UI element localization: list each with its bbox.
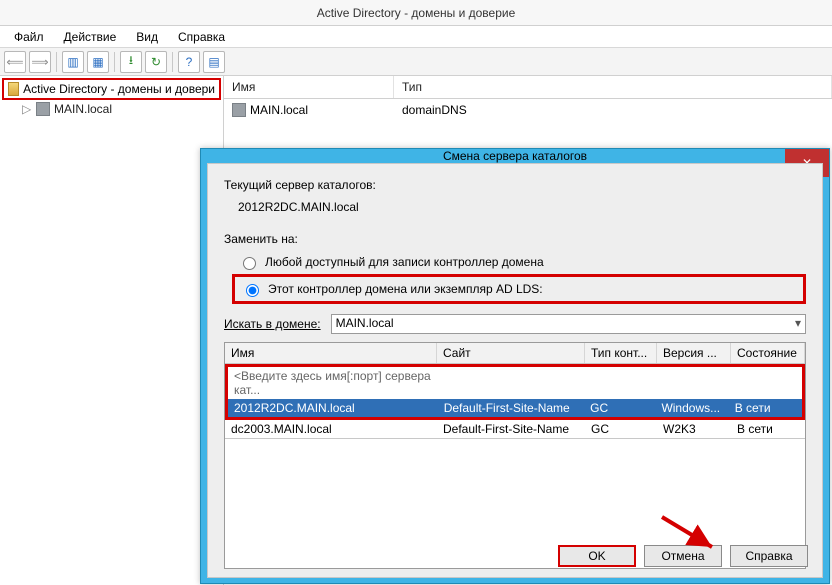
dialog-buttons: OK Отмена Справка (558, 545, 808, 567)
list-col-type[interactable]: Тип (394, 76, 832, 98)
toolbar: ⟸ ⟹ ▥ ▦ ⭳ ↻ ? ▤ (0, 48, 832, 76)
menu-file[interactable]: Файл (6, 28, 52, 46)
change-server-dialog: Смена сервера каталогов ✕ Текущий сервер… (200, 148, 830, 584)
dialog-title: Смена сервера каталогов (443, 149, 587, 163)
tree-child-label: MAIN.local (54, 102, 112, 116)
dialog-title-bar[interactable]: Смена сервера каталогов ✕ (201, 149, 829, 163)
replace-label: Заменить на: (224, 232, 806, 246)
radio-any-input[interactable] (243, 257, 256, 270)
menu-action[interactable]: Действие (56, 28, 125, 46)
radio-any-writable[interactable]: Любой доступный для записи контроллер до… (238, 254, 806, 270)
dc-grid-header: Имя Сайт Тип конт... Версия ... Состояни… (225, 343, 805, 364)
current-server-value: 2012R2DC.MAIN.local (224, 200, 806, 214)
cell-name: dc2003.MAIN.local (225, 420, 437, 438)
cell-ver: W2K3 (657, 420, 731, 438)
cancel-label: Отмена (661, 549, 704, 563)
cell-site: Default-First-Site-Name (438, 399, 584, 417)
list-col-name[interactable]: Имя (224, 76, 394, 98)
search-domain-label: Искать в домене: (224, 317, 321, 331)
help-label: Справка (745, 549, 792, 563)
col-name[interactable]: Имя (225, 343, 437, 363)
show-hide-tree-icon[interactable]: ▥ (62, 51, 84, 73)
cell-type: GC (584, 399, 655, 417)
tree-root-node[interactable]: Active Directory - домены и довери (2, 78, 221, 100)
radio-this-input[interactable] (246, 284, 259, 297)
expand-icon[interactable]: ▷ (22, 102, 32, 116)
radio-this-dc[interactable]: Этот контроллер домена или экземпляр AD … (241, 281, 543, 297)
col-type[interactable]: Тип конт... (585, 343, 657, 363)
forward-icon: ⟹ (29, 51, 51, 73)
dialog-body: Текущий сервер каталогов: 2012R2DC.MAIN.… (207, 163, 823, 578)
back-icon[interactable]: ⟸ (4, 51, 26, 73)
dc-grid: Имя Сайт Тип конт... Версия ... Состояни… (224, 342, 806, 569)
cell-name: 2012R2DC.MAIN.local (228, 399, 438, 417)
cell-type: GC (585, 420, 657, 438)
search-domain-row: Искать в домене: MAIN.local (224, 314, 806, 334)
cell-state: В сети (731, 420, 805, 438)
dc-grid-row-selected[interactable]: 2012R2DC.MAIN.local Default-First-Site-N… (228, 399, 802, 417)
domain-icon (232, 103, 246, 117)
dc-grid-highlight: <Введите здесь имя[:порт] сервера кат...… (225, 364, 805, 420)
tree-pane: Active Directory - домены и довери ▷ MAI… (0, 76, 224, 585)
list-row-type: domainDNS (394, 101, 832, 119)
refresh-icon[interactable]: ↻ (145, 51, 167, 73)
list-row-name: MAIN.local (250, 103, 308, 117)
toolbar-separator (56, 52, 57, 72)
menubar: Файл Действие Вид Справка (0, 26, 832, 48)
properties-icon[interactable]: ▦ (87, 51, 109, 73)
cell-ver: Windows... (655, 399, 728, 417)
toolbar-separator (114, 52, 115, 72)
dc-hint: <Введите здесь имя[:порт] сервера кат... (228, 367, 440, 399)
cancel-button[interactable]: Отмена (644, 545, 722, 567)
menu-view[interactable]: Вид (128, 28, 166, 46)
col-site[interactable]: Сайт (437, 343, 585, 363)
menu-help[interactable]: Справка (170, 28, 233, 46)
col-ver[interactable]: Версия ... (657, 343, 731, 363)
cell-site: Default-First-Site-Name (437, 420, 585, 438)
current-server-label: Текущий сервер каталогов: (224, 178, 806, 192)
ok-button[interactable]: OK (558, 545, 636, 567)
radio-this-label: Этот контроллер домена или экземпляр AD … (268, 282, 543, 296)
options-icon[interactable]: ▤ (203, 51, 225, 73)
toolbar-separator (172, 52, 173, 72)
search-domain-value: MAIN.local (336, 316, 394, 330)
ok-label: OK (588, 549, 605, 563)
window-title-bar: Active Directory - домены и доверие (0, 0, 832, 26)
dc-grid-row[interactable]: dc2003.MAIN.local Default-First-Site-Nam… (225, 420, 805, 438)
dc-grid-hint-row[interactable]: <Введите здесь имя[:порт] сервера кат... (228, 367, 802, 399)
radio-any-label: Любой доступный для записи контроллер до… (265, 255, 544, 269)
col-state[interactable]: Состояние (731, 343, 805, 363)
cell-state: В сети (729, 399, 802, 417)
domain-icon (36, 102, 50, 116)
window-title: Active Directory - домены и доверие (317, 6, 516, 20)
search-domain-combo[interactable]: MAIN.local (331, 314, 806, 334)
tree-root-label: Active Directory - домены и довери (23, 82, 215, 96)
list-row[interactable]: MAIN.local domainDNS (224, 99, 832, 121)
list-header: Имя Тип (224, 76, 832, 99)
ad-icon (8, 82, 19, 96)
tree-child-node[interactable]: ▷ MAIN.local (22, 102, 223, 116)
help-button[interactable]: Справка (730, 545, 808, 567)
export-icon[interactable]: ⭳ (120, 51, 142, 73)
radio-this-dc-highlight: Этот контроллер домена или экземпляр AD … (232, 274, 806, 304)
help-icon[interactable]: ? (178, 51, 200, 73)
